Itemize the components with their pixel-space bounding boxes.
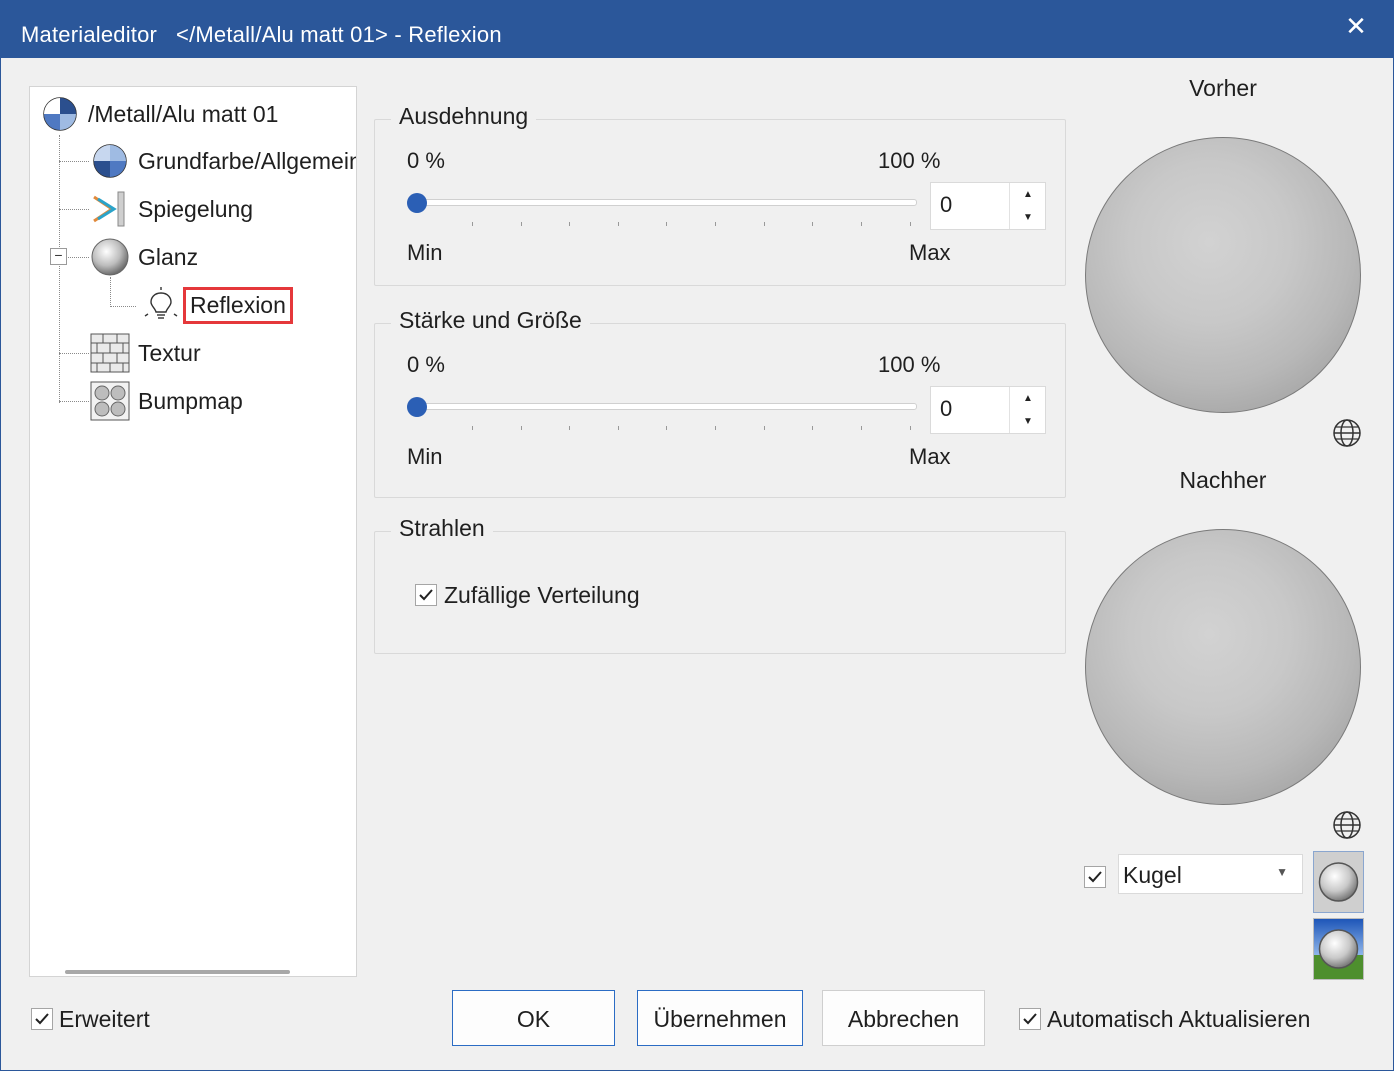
tree-line bbox=[110, 306, 136, 307]
bumpmap-icon bbox=[90, 381, 130, 421]
ok-button[interactable]: OK bbox=[452, 990, 615, 1046]
staerke-value[interactable]: 0 bbox=[940, 396, 952, 422]
ausdehnung-slider-thumb[interactable] bbox=[407, 193, 427, 213]
ausdehnung-value[interactable]: 0 bbox=[940, 192, 952, 218]
ausdehnung-legend: Ausdehnung bbox=[391, 103, 537, 130]
spin-buttons: ▲ ▼ bbox=[1009, 387, 1045, 433]
landscape-background-button[interactable] bbox=[1313, 918, 1364, 980]
ausdehnung-group: Ausdehnung 0 % 100 % Min Max 0 ▲ ▼ bbox=[374, 103, 1066, 286]
tree-scrollbar[interactable] bbox=[65, 970, 290, 974]
tree-line bbox=[59, 401, 89, 402]
tree-line bbox=[59, 209, 89, 210]
before-preview-sphere bbox=[1085, 137, 1361, 413]
staerke-slider-track[interactable] bbox=[407, 403, 917, 410]
staerke-group: Stärke und Größe 0 % 100 % Min Max 0 ▲ ▼ bbox=[374, 307, 1066, 498]
close-icon[interactable]: ✕ bbox=[1339, 9, 1373, 43]
random-distribution-checkbox[interactable] bbox=[415, 584, 437, 606]
material-pie-icon bbox=[40, 94, 80, 134]
strahlen-legend: Strahlen bbox=[391, 515, 493, 542]
preview-shape-checkbox[interactable] bbox=[1084, 866, 1106, 888]
mirror-icon bbox=[90, 189, 130, 229]
tree-line bbox=[59, 353, 89, 354]
material-tree[interactable]: − /Metall/Alu matt 01 Grundfarbe/Allgeme… bbox=[29, 86, 357, 977]
after-label: Nachher bbox=[1179, 467, 1267, 493]
tree-line bbox=[110, 277, 111, 307]
cancel-button[interactable]: Abbrechen bbox=[822, 990, 985, 1046]
tree-item-root[interactable]: /Metall/Alu matt 01 bbox=[40, 94, 278, 134]
tree-item-label: Reflexion bbox=[183, 286, 293, 324]
tree-item-label: /Metall/Alu matt 01 bbox=[88, 100, 279, 127]
slider-label-right: 100 % bbox=[878, 148, 941, 173]
before-label: Vorher bbox=[1189, 75, 1257, 101]
staerke-spinbox[interactable]: 0 ▲ ▼ bbox=[930, 386, 1046, 434]
slider-label-left: 0 % bbox=[407, 352, 445, 377]
slider-label-right: 100 % bbox=[878, 352, 941, 377]
globe-icon[interactable] bbox=[1331, 417, 1363, 454]
slider-max-label: Max bbox=[909, 444, 951, 469]
preview-shape-value: Kugel bbox=[1123, 862, 1182, 888]
spin-down-icon[interactable]: ▼ bbox=[1010, 410, 1046, 433]
plain-background-button[interactable] bbox=[1313, 851, 1364, 913]
tree-item-label: Bumpmap bbox=[138, 387, 243, 414]
ausdehnung-slider-track[interactable] bbox=[407, 199, 917, 206]
tree-item-label: Grundfarbe/Allgemein bbox=[138, 147, 357, 174]
material-editor-window: Materialeditor </Metall/Alu matt 01> - R… bbox=[0, 0, 1394, 1071]
tree-line bbox=[59, 161, 89, 162]
tree-line bbox=[59, 135, 60, 403]
erweitert-label[interactable]: Erweitert bbox=[59, 1006, 150, 1033]
color-pie-icon bbox=[90, 141, 130, 181]
title-bar: Materialeditor </Metall/Alu matt 01> - R… bbox=[1, 1, 1393, 58]
spin-up-icon[interactable]: ▲ bbox=[1010, 183, 1046, 206]
spin-up-icon[interactable]: ▲ bbox=[1010, 387, 1046, 410]
slider-max-label: Max bbox=[909, 240, 951, 265]
brick-icon bbox=[90, 333, 130, 373]
collapse-icon[interactable]: − bbox=[50, 248, 67, 265]
lightbulb-icon bbox=[141, 285, 181, 325]
tree-item-bumpmap[interactable]: Bumpmap bbox=[90, 381, 243, 421]
ausdehnung-spinbox[interactable]: 0 ▲ ▼ bbox=[930, 182, 1046, 230]
slider-min-label: Min bbox=[407, 240, 443, 265]
tree-item-reflexion[interactable]: Reflexion bbox=[141, 275, 293, 335]
slider-min-label: Min bbox=[407, 444, 443, 469]
tree-item-textur[interactable]: Textur bbox=[90, 333, 201, 373]
tree-item-spiegelung[interactable]: Spiegelung bbox=[90, 189, 253, 229]
tree-line bbox=[66, 257, 89, 258]
after-preview-sphere bbox=[1085, 529, 1361, 805]
chevron-down-icon: ▼ bbox=[1276, 865, 1288, 879]
random-distribution-label[interactable]: Zufällige Verteilung bbox=[444, 582, 640, 609]
spin-down-icon[interactable]: ▼ bbox=[1010, 206, 1046, 229]
strahlen-group: Strahlen Zufällige Verteilung bbox=[374, 515, 1066, 654]
window-title: Materialeditor </Metall/Alu matt 01> - R… bbox=[21, 22, 502, 47]
preview-shape-select[interactable]: Kugel ▼ bbox=[1118, 854, 1303, 894]
slider-label-left: 0 % bbox=[407, 148, 445, 173]
staerke-slider-thumb[interactable] bbox=[407, 397, 427, 417]
erweitert-checkbox[interactable] bbox=[31, 1008, 53, 1030]
tree-item-grundfarbe[interactable]: Grundfarbe/Allgemein bbox=[90, 141, 357, 181]
tree-item-glanz[interactable]: Glanz bbox=[90, 237, 198, 277]
tree-item-label: Spiegelung bbox=[138, 195, 254, 222]
tree-item-label: Textur bbox=[138, 339, 201, 366]
spin-buttons: ▲ ▼ bbox=[1009, 183, 1045, 229]
staerke-legend: Stärke und Größe bbox=[391, 307, 590, 334]
tree-item-label: Glanz bbox=[138, 243, 199, 270]
auto-update-checkbox[interactable] bbox=[1019, 1008, 1041, 1030]
auto-update-label[interactable]: Automatisch Aktualisieren bbox=[1047, 1006, 1310, 1033]
globe-icon[interactable] bbox=[1331, 809, 1363, 846]
gloss-sphere-icon bbox=[90, 237, 130, 277]
apply-button[interactable]: Übernehmen bbox=[637, 990, 803, 1046]
